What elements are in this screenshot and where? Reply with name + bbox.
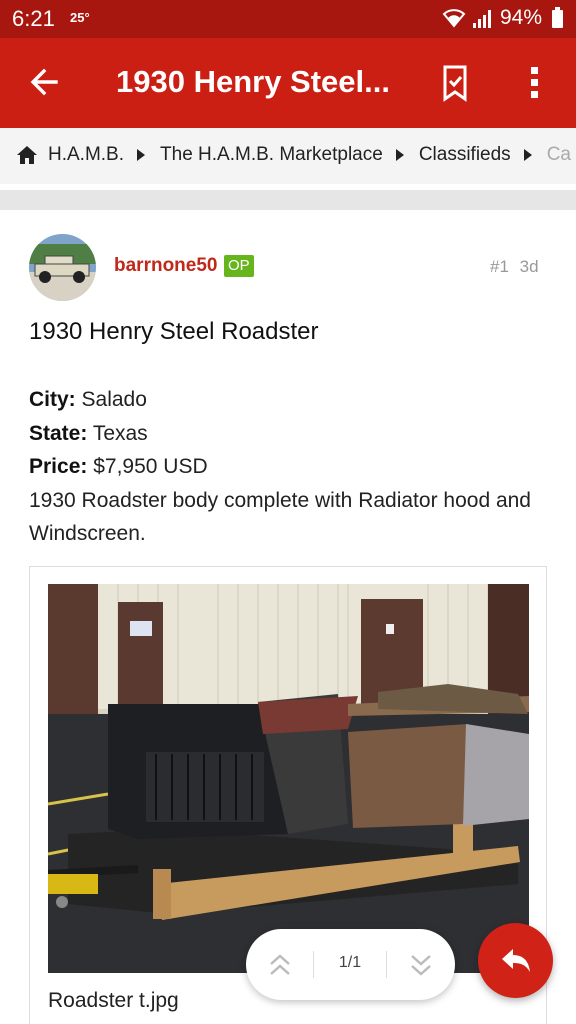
post-number[interactable]: #1	[490, 257, 509, 276]
divider	[386, 951, 387, 978]
divider	[313, 951, 314, 978]
breadcrumb: H.A.M.B. The H.A.M.B. Marketplace Classi…	[0, 128, 576, 184]
post-meta: #1 3d	[490, 257, 539, 277]
avatar[interactable]	[29, 234, 96, 301]
divider	[0, 190, 576, 210]
signal-icon	[473, 10, 491, 28]
op-badge: OP	[224, 255, 254, 277]
field-price: Price: $7,950 USD	[29, 450, 549, 484]
page-title: 1930 Henry Steel...	[116, 64, 390, 99]
thread-title: 1930 Henry Steel Roadster	[29, 318, 319, 345]
field-state: State: Texas	[29, 417, 549, 451]
wifi-icon	[442, 9, 466, 28]
post-author[interactable]: barrnone50	[114, 255, 217, 277]
field-label: State:	[29, 421, 88, 445]
page-indicator[interactable]: 1/1	[326, 954, 374, 972]
breadcrumb-item-classifieds[interactable]: Classifieds	[419, 144, 511, 166]
back-arrow-icon[interactable]	[26, 62, 66, 102]
breadcrumb-item-category[interactable]: Ca	[547, 144, 571, 166]
breadcrumb-item-hamb[interactable]: H.A.M.B.	[48, 144, 124, 166]
field-label: City:	[29, 388, 76, 411]
caret-right-icon	[395, 149, 404, 161]
status-time: 6:21	[12, 6, 55, 31]
more-vertical-icon[interactable]	[520, 62, 550, 104]
app-bar: 1930 Henry Steel...	[0, 38, 576, 128]
field-city: City: Salado	[29, 383, 549, 417]
field-value: $7,950 USD	[93, 455, 208, 479]
double-chevron-up-icon[interactable]	[268, 952, 292, 978]
page-navigator: 1/1	[246, 929, 455, 1000]
battery-percent: 94%	[500, 6, 543, 29]
field-value: Salado	[81, 388, 147, 411]
caret-right-icon	[137, 149, 146, 161]
post-age: 3d	[519, 257, 539, 276]
caret-right-icon	[523, 149, 532, 161]
double-chevron-down-icon[interactable]	[409, 952, 433, 978]
post-description: 1930 Roadster body complete with Radiato…	[29, 488, 531, 546]
battery-icon	[552, 7, 563, 28]
attachment-image[interactable]	[48, 584, 529, 973]
post-body: City: Salado State: Texas Price: $7,950 …	[29, 383, 549, 551]
status-temperature: 25°	[70, 10, 90, 25]
reply-icon	[502, 949, 530, 972]
breadcrumb-item-marketplace[interactable]: The H.A.M.B. Marketplace	[160, 144, 383, 166]
home-icon[interactable]	[16, 145, 38, 165]
status-bar: 6:21 25° 94%	[0, 0, 576, 38]
reply-button[interactable]	[478, 923, 553, 998]
field-value: Texas	[92, 421, 148, 445]
field-label: Price:	[29, 455, 88, 479]
bookmark-icon[interactable]	[437, 62, 473, 104]
attachment-filename[interactable]: Roadster t.jpg	[48, 989, 179, 1013]
